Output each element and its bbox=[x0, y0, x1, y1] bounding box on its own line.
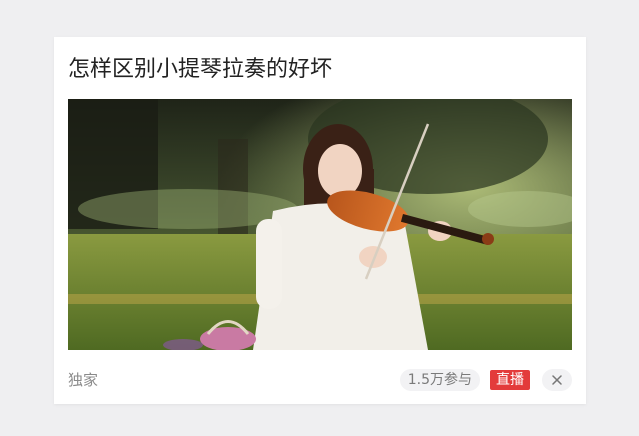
live-badge: 直播 bbox=[490, 370, 530, 390]
source-label: 独家 bbox=[68, 371, 99, 389]
participant-count: 1.5万参与 bbox=[399, 369, 480, 391]
close-icon bbox=[552, 375, 562, 385]
dismiss-button[interactable] bbox=[542, 369, 572, 391]
article-card[interactable]: 怎样区别小提琴拉奏的好坏 独家 1.5万参与 直播 bbox=[54, 37, 586, 404]
card-footer: 独家 1.5万参与 直播 bbox=[68, 366, 572, 394]
cover-image[interactable] bbox=[68, 99, 572, 350]
meta-group: 1.5万参与 直播 bbox=[399, 369, 572, 391]
article-title[interactable]: 怎样区别小提琴拉奏的好坏 bbox=[68, 55, 332, 85]
violin-player-photo bbox=[68, 99, 572, 350]
